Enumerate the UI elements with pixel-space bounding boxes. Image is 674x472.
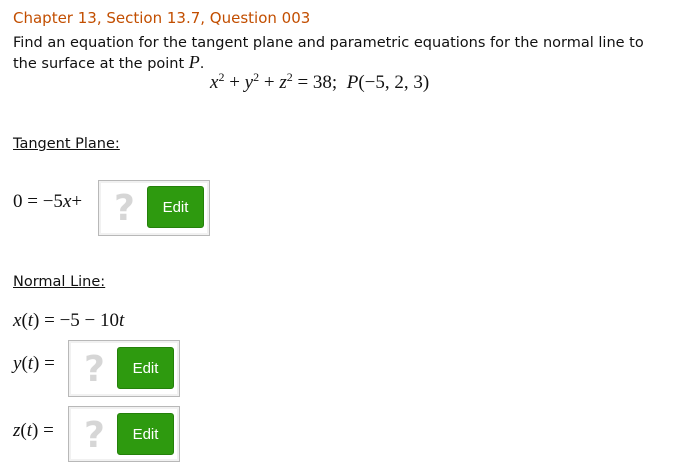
normal-line-y-edit-button[interactable]: Edit [117, 347, 174, 389]
question-mark-icon: ? [114, 188, 135, 229]
normal-line-y-answer-box[interactable]: ? Edit [68, 340, 180, 397]
normal-line-z-edit-button[interactable]: Edit [117, 413, 174, 455]
eq-point-coords: (−5, 2, 3) [358, 72, 430, 93]
surface-equation: x2 + y2 + z2 = 38; P(−5, 2, 3) [210, 70, 430, 94]
normal-line-label: Normal Line: [13, 274, 106, 290]
question-title: Chapter 13, Section 13.7, Question 003 [13, 9, 311, 27]
tangent-plane-label: Tangent Plane: [13, 136, 120, 152]
prompt-point-symbol: P [188, 52, 200, 72]
normal-line-z-answer-box[interactable]: ? Edit [68, 406, 180, 462]
question-prompt: Find an equation for the tangent plane a… [13, 34, 663, 74]
prompt-end: . [199, 56, 205, 72]
eq-y-exp: 2 [253, 70, 260, 84]
nl-y-close: ) = [33, 353, 55, 374]
eq-point-name: P [346, 72, 359, 93]
eq-rhs: = 38; [297, 72, 338, 93]
eq-plus-1: + [229, 72, 240, 93]
nl-x-t2: t [119, 310, 125, 331]
eq-y: y [244, 72, 254, 93]
eq-z: z [279, 72, 287, 93]
normal-line-y-label: y(t) = [13, 353, 55, 375]
question-mark-icon: ? [84, 415, 105, 456]
eq-plus-2: + [263, 72, 275, 93]
tangent-plane-answer-box[interactable]: ? Edit [98, 180, 210, 236]
nl-z-close: ) = [32, 420, 54, 441]
eq-z-exp: 2 [286, 70, 293, 84]
normal-line-x-equation: x(t) = −5 − 10t [13, 310, 124, 332]
tp-prefix: 0 = −5 [13, 191, 63, 212]
prompt-text: Find an equation for the tangent plane a… [13, 35, 644, 72]
normal-line-z-label: z(t) = [13, 420, 54, 442]
question-mark-icon: ? [84, 349, 105, 390]
tangent-plane-edit-button[interactable]: Edit [147, 186, 204, 228]
nl-x-rhs: ) = −5 − 10 [33, 310, 120, 331]
tangent-plane-expression: 0 = −5x+ [13, 191, 82, 213]
tp-suffix: + [71, 191, 83, 212]
eq-x-exp: 2 [218, 70, 225, 84]
